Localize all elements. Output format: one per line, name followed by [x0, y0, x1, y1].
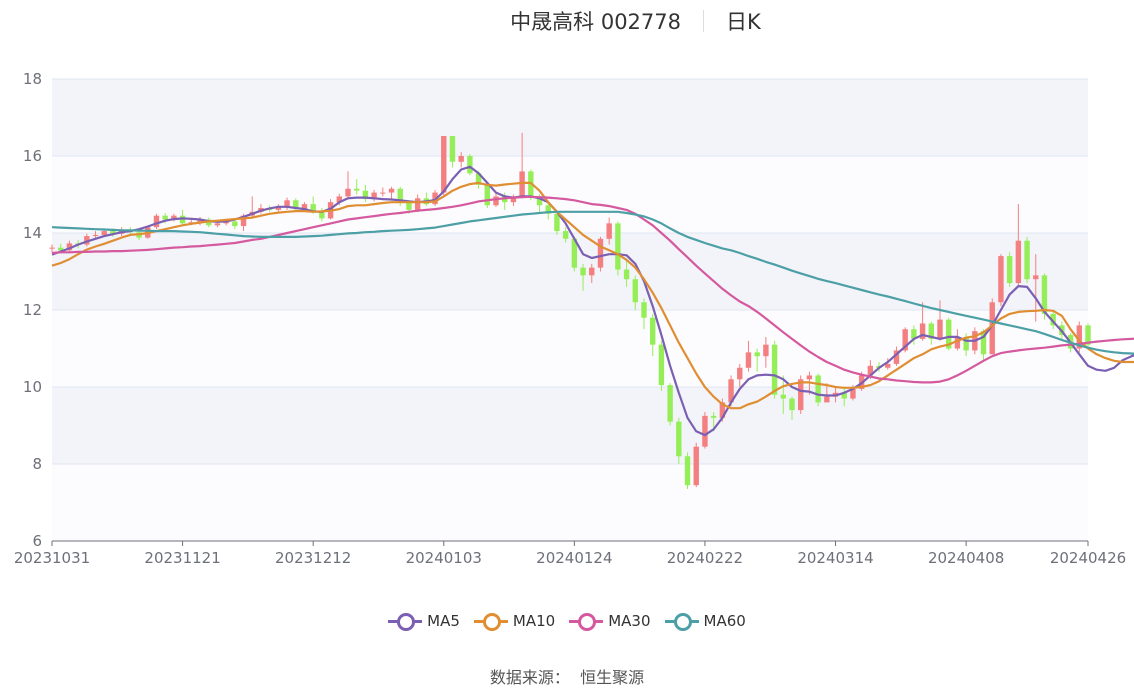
- candle-body: [684, 456, 691, 486]
- x-tick-label: 20240222: [667, 549, 743, 567]
- candle-body: [650, 317, 656, 345]
- candle-body: [484, 184, 490, 206]
- legend-marker-icon: [664, 612, 699, 631]
- y-tick-label: 16: [23, 147, 42, 165]
- candle-body: [606, 223, 612, 239]
- candle-body: [1033, 275, 1039, 280]
- legend-label: MA5: [427, 612, 460, 630]
- candle-body: [798, 379, 804, 411]
- candle-body: [737, 367, 743, 380]
- x-tick-label: 20231031: [14, 549, 90, 567]
- x-tick-label: 20231121: [144, 549, 220, 567]
- candle-body: [1024, 240, 1030, 280]
- legend-label: MA60: [703, 612, 746, 630]
- x-tick-label: 20240426: [1050, 549, 1126, 567]
- candle-body: [458, 156, 464, 162]
- candle-body: [597, 238, 604, 268]
- candle-body: [406, 202, 412, 210]
- candle-body: [92, 234, 99, 237]
- y-tick-label: 10: [23, 378, 42, 396]
- y-tick-label: 6: [32, 532, 42, 550]
- candle-body: [214, 223, 221, 226]
- legend-item-ma30[interactable]: MA30: [569, 612, 651, 631]
- candle-body: [667, 385, 673, 422]
- candle-body: [1006, 256, 1013, 284]
- candle-body: [467, 156, 473, 174]
- candle-body: [49, 247, 55, 249]
- candle-body: [615, 223, 621, 270]
- legend-item-ma10[interactable]: MA10: [473, 612, 556, 631]
- legend-marker-icon: [388, 612, 423, 631]
- candle-body: [441, 135, 447, 193]
- candle-body: [763, 344, 769, 357]
- y-tick-label: 18: [23, 70, 42, 88]
- data-source-label: 数据来源： 恒生聚源: [489, 668, 645, 687]
- x-tick-label: 20240314: [797, 549, 873, 567]
- candle-body: [388, 188, 395, 193]
- candle-body: [998, 256, 1004, 303]
- candle-body: [693, 446, 699, 486]
- candle-body: [345, 188, 351, 197]
- x-tick-label: 20240124: [536, 549, 612, 567]
- candle-body: [380, 192, 386, 194]
- candle-body: [162, 215, 168, 220]
- candle-body: [1015, 240, 1022, 284]
- candle-body: [449, 135, 456, 162]
- candle-body: [562, 231, 569, 239]
- legend-marker-icon: [569, 612, 604, 631]
- candle-body: [745, 352, 752, 368]
- candle-body: [789, 398, 795, 411]
- candle-body: [554, 213, 560, 232]
- candle-body: [232, 221, 238, 227]
- candle-body: [815, 375, 821, 403]
- candle-body: [937, 319, 943, 339]
- x-tick-label: 20231212: [275, 549, 351, 567]
- candle-body: [702, 415, 708, 447]
- x-tick-label: 20240408: [928, 549, 1004, 567]
- candle-body: [658, 344, 665, 386]
- candle-body: [414, 198, 421, 210]
- legend-item-ma60[interactable]: MA60: [664, 612, 746, 631]
- candle-body: [354, 188, 360, 191]
- background-band: [52, 79, 1088, 156]
- candle-body: [754, 352, 760, 357]
- candle-body: [101, 231, 107, 235]
- candle-body: [632, 279, 638, 303]
- candle-body: [824, 396, 830, 403]
- y-tick-label: 8: [32, 455, 42, 473]
- legend: MA5 MA10 MA30 MA60: [0, 612, 1134, 638]
- candle-body: [153, 215, 160, 228]
- candle-body: [780, 394, 786, 399]
- candle-body: [493, 196, 499, 206]
- legend-item-ma5[interactable]: MA5: [388, 612, 460, 631]
- candle-body: [580, 267, 586, 276]
- legend-label: MA30: [608, 612, 651, 630]
- y-tick-label: 14: [23, 224, 42, 242]
- y-axis: 6 8 10 12 14 16 18: [23, 70, 42, 550]
- legend-label: MA10: [512, 612, 556, 630]
- candle-body: [623, 269, 630, 280]
- candle-body: [771, 344, 778, 395]
- candle-body: [589, 267, 595, 276]
- candlestick-chart[interactable]: 681012141618 20231031 20231121 20231212 202…: [0, 0, 1134, 600]
- background-band: [52, 464, 1088, 541]
- legend-marker-icon: [473, 612, 508, 631]
- background-band: [52, 387, 1088, 464]
- y-tick-label: 12: [23, 301, 42, 319]
- candle-body: [710, 415, 717, 418]
- candle-body: [806, 375, 813, 380]
- candle-body: [676, 421, 682, 457]
- candle-body: [641, 302, 647, 318]
- x-axis: 20231031 20231121 20231212 20240103 20240124…: [14, 540, 1126, 567]
- x-tick-label: 20240103: [406, 549, 482, 567]
